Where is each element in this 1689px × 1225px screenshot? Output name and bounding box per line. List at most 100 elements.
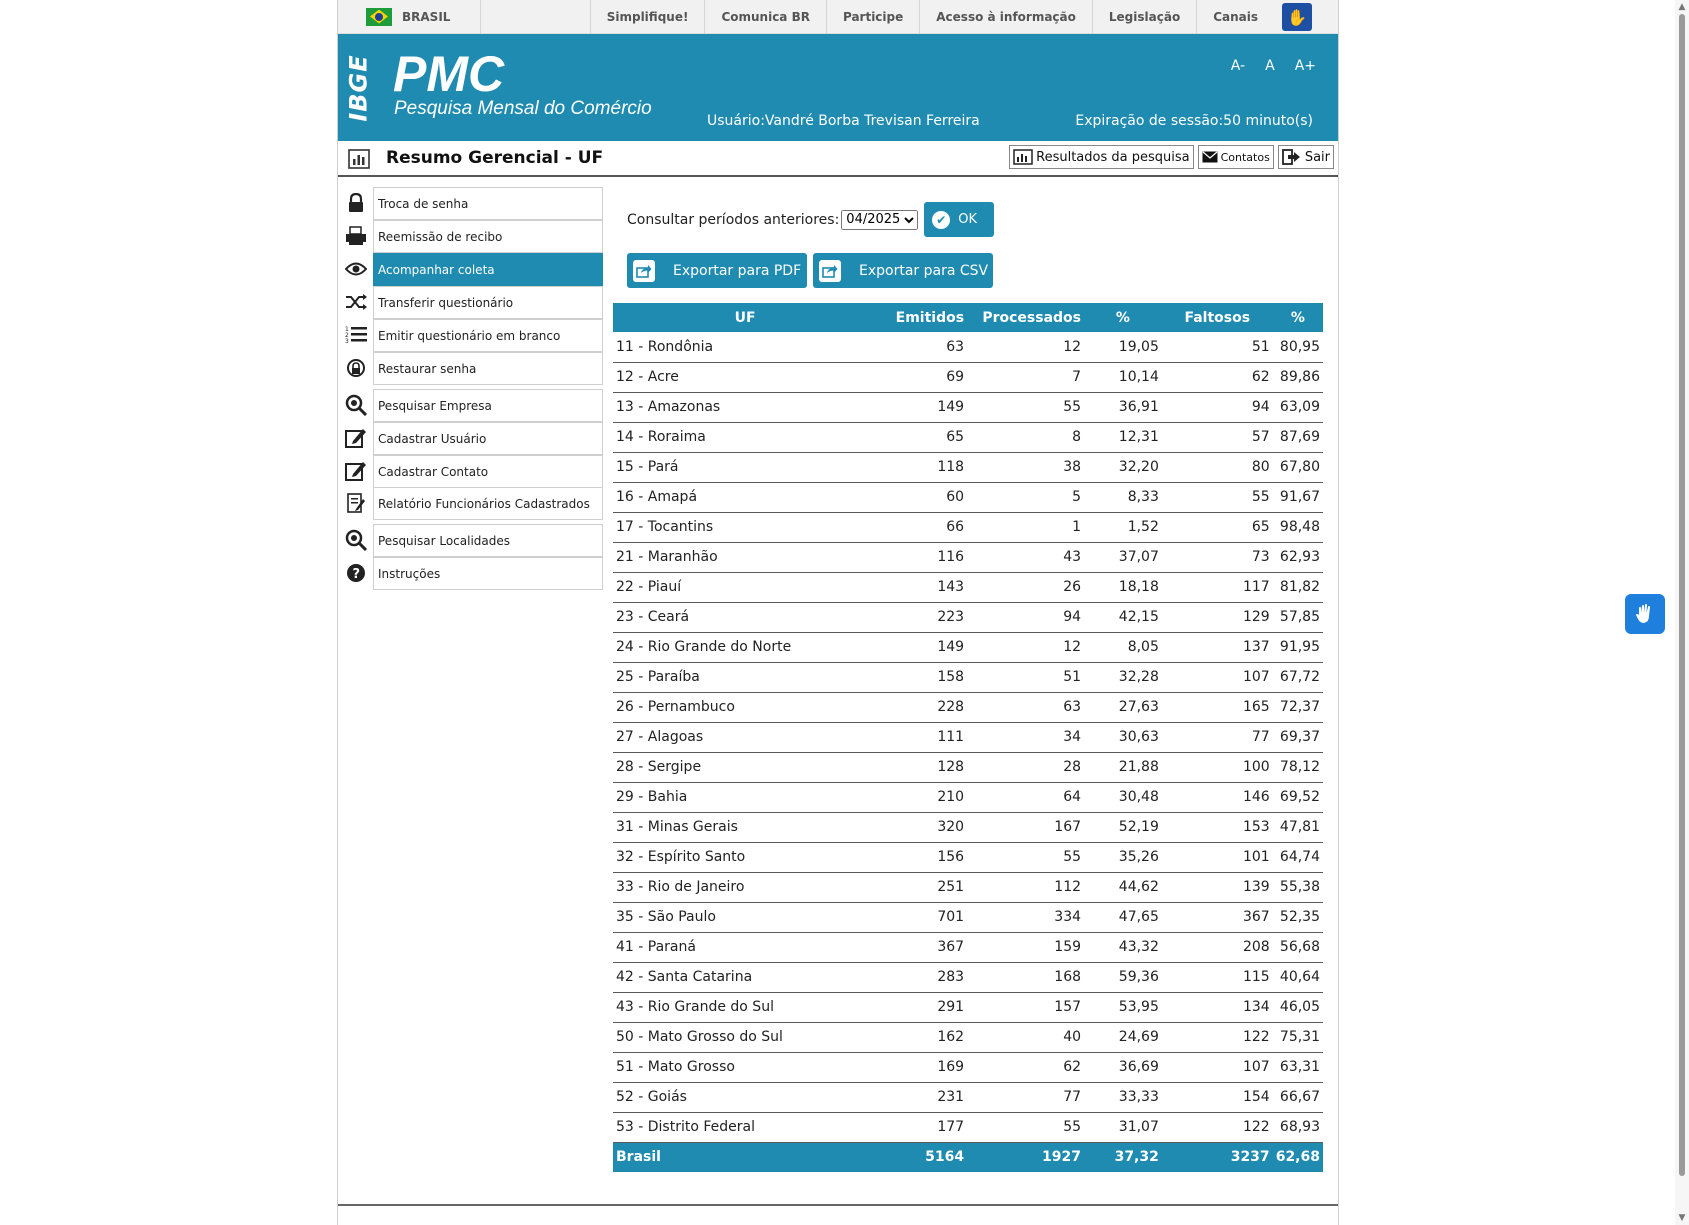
sidebar-item-2[interactable]: Acompanhar coleta <box>338 253 603 286</box>
cell-emitidos: 701 <box>877 902 968 933</box>
sidebar-item-label[interactable]: Relatório Funcionários Cadastrados <box>373 487 603 520</box>
cell-faltosos: 153 <box>1161 812 1273 843</box>
cell-processados: 43 <box>967 542 1085 573</box>
cell-processados-pct: 8,05 <box>1084 632 1162 663</box>
scroll-down-arrow-icon[interactable]: ▼ <box>1677 1213 1687 1223</box>
scroll-up-arrow-icon[interactable]: ▲ <box>1677 2 1687 12</box>
gov-link-1[interactable]: Comunica BR <box>704 0 826 34</box>
cell-processados: 334 <box>967 902 1085 933</box>
cell-emitidos: 149 <box>877 632 968 663</box>
exit-button[interactable]: Sair <box>1277 145 1334 169</box>
cell-uf: 52 - Goiás <box>613 1082 878 1113</box>
table-row: 24 - Rio Grande do Norte 149 12 8,05 137 91,9… <box>613 632 1323 663</box>
results-button[interactable]: Resultados da pesquisa <box>1009 145 1194 169</box>
cell-uf: 26 - Pernambuco <box>613 692 878 723</box>
export-csv-button[interactable]: Exportar para CSV <box>813 253 993 288</box>
results-button-label: Resultados da pesquisa <box>1036 149 1190 165</box>
cell-processados: 62 <box>967 1052 1085 1083</box>
cell-emitidos: 283 <box>877 962 968 993</box>
cell-faltosos-pct: 52,35 <box>1272 902 1323 933</box>
table-row: 27 - Alagoas 111 34 30,63 77 69,37 <box>613 722 1323 753</box>
scroll-thumb[interactable] <box>1679 14 1685 1176</box>
export-pdf-button[interactable]: Exportar para PDF <box>627 253 807 288</box>
sidebar-item-6[interactable]: Pesquisar Empresa <box>338 389 603 422</box>
sidebar-item-5[interactable]: Restaurar senha <box>338 352 603 385</box>
cell-faltosos-pct: 56,68 <box>1272 932 1323 963</box>
table-row: 31 - Minas Gerais 320 167 52,19 153 47,81 <box>613 812 1323 843</box>
column-header-processados: Processados <box>967 303 1085 332</box>
cell-uf: 51 - Mato Grosso <box>613 1052 878 1083</box>
gov-brasil-link[interactable]: BRASIL <box>338 0 482 34</box>
gov-link-4[interactable]: Legislação <box>1091 0 1196 34</box>
cell-processados-pct: 18,18 <box>1084 572 1162 603</box>
cell-faltosos-pct: 80,95 <box>1272 332 1323 363</box>
cell-processados-pct: 47,65 <box>1084 902 1162 933</box>
sidebar-item-7[interactable]: Cadastrar Usuário <box>338 422 603 455</box>
total-label: Brasil <box>613 1142 878 1172</box>
sidebar-item-3[interactable]: Transferir questionário <box>338 286 603 319</box>
table-row: 11 - Rondônia 63 12 19,05 51 80,95 <box>613 332 1323 363</box>
cell-processados-pct: 19,05 <box>1084 332 1162 363</box>
gov-link-2[interactable]: Participe <box>825 0 919 34</box>
cell-processados-pct: 32,28 <box>1084 662 1162 693</box>
check-icon: ✔ <box>932 210 951 229</box>
footer-divider <box>338 1204 1338 1206</box>
font-size-controls: A- A A+ <box>1231 58 1316 74</box>
cell-processados: 7 <box>967 362 1085 393</box>
sidebar-item-label[interactable]: Transferir questionário <box>373 286 603 319</box>
cell-processados: 159 <box>967 932 1085 963</box>
cell-emitidos: 231 <box>877 1082 968 1113</box>
sidebar-item-label[interactable]: Reemissão de recibo <box>373 220 603 253</box>
cell-emitidos: 118 <box>877 452 968 483</box>
sidebar-item-11[interactable]: ? Instruções <box>338 557 603 590</box>
cell-processados: 5 <box>967 482 1085 513</box>
gov-link-3[interactable]: Acesso à informação <box>919 0 1092 34</box>
sidebar-item-label[interactable]: Instruções <box>373 557 603 590</box>
cell-faltosos-pct: 68,93 <box>1272 1112 1323 1143</box>
gov-link-5[interactable]: Canais <box>1196 0 1274 34</box>
sidebar-item-9[interactable]: Relatório Funcionários Cadastrados <box>338 487 603 520</box>
ok-button[interactable]: ✔ OK <box>924 202 995 237</box>
cell-faltosos: 146 <box>1161 782 1273 813</box>
contacts-button[interactable]: Contatos <box>1197 145 1274 169</box>
libras-widget-button[interactable] <box>1625 594 1665 634</box>
sidebar-item-label[interactable]: Pesquisar Localidades <box>373 524 603 557</box>
cell-emitidos: 291 <box>877 992 968 1023</box>
sidebar-item-label[interactable]: Cadastrar Usuário <box>373 422 603 455</box>
cell-processados-pct: 31,07 <box>1084 1112 1162 1143</box>
cell-processados-pct: 37,07 <box>1084 542 1162 573</box>
sidebar-item-label[interactable]: Emitir questionário em branco <box>373 319 603 352</box>
cell-processados: 77 <box>967 1082 1085 1113</box>
sidebar-item-label[interactable]: Restaurar senha <box>373 352 603 385</box>
sidebar-item-1[interactable]: Reemissão de recibo <box>338 220 603 253</box>
cell-processados-pct: 36,69 <box>1084 1052 1162 1083</box>
cell-faltosos: 122 <box>1161 1112 1273 1143</box>
period-select[interactable]: 04/2025 <box>841 209 919 230</box>
sidebar-item-label[interactable]: Troca de senha <box>373 187 603 220</box>
table-row: 29 - Bahia 210 64 30,48 146 69,52 <box>613 782 1323 813</box>
cell-emitidos: 66 <box>877 512 968 543</box>
hand-icon <box>1636 604 1650 623</box>
cell-uf: 14 - Roraima <box>613 422 878 453</box>
table-header-row: UF Emitidos Processados % Faltosos % <box>613 303 1323 332</box>
sidebar-item-label[interactable]: Acompanhar coleta <box>373 253 603 286</box>
gov-link-0[interactable]: Simplifique! <box>589 0 705 34</box>
sidebar-item-10[interactable]: Pesquisar Localidades <box>338 524 603 557</box>
uf-summary-table: UF Emitidos Processados % Faltosos % 11 … <box>613 303 1323 1172</box>
page-scrollbar[interactable]: ▲ ▼ <box>1675 0 1689 1225</box>
sidebar-item-0[interactable]: Troca de senha <box>338 187 603 220</box>
cell-faltosos-pct: 47,81 <box>1272 812 1323 843</box>
sidebar-item-label[interactable]: Cadastrar Contato <box>373 455 603 488</box>
font-decrease-button[interactable]: A- <box>1231 58 1245 74</box>
cell-uf: 50 - Mato Grosso do Sul <box>613 1022 878 1053</box>
libras-accessibility-icon[interactable]: ✋ <box>1282 3 1312 31</box>
total-faltosos: 3237 <box>1161 1142 1273 1172</box>
font-increase-button[interactable]: A+ <box>1295 58 1316 74</box>
sidebar-item-4[interactable]: 1 2 3 Emitir questionário em branco <box>338 319 603 352</box>
sidebar-item-label[interactable]: Pesquisar Empresa <box>373 389 603 422</box>
cell-processados-pct: 30,63 <box>1084 722 1162 753</box>
sidebar-item-8[interactable]: Cadastrar Contato <box>338 455 603 488</box>
cell-faltosos-pct: 78,12 <box>1272 752 1323 783</box>
cell-processados: 51 <box>967 662 1085 693</box>
font-reset-button[interactable]: A <box>1265 58 1275 74</box>
